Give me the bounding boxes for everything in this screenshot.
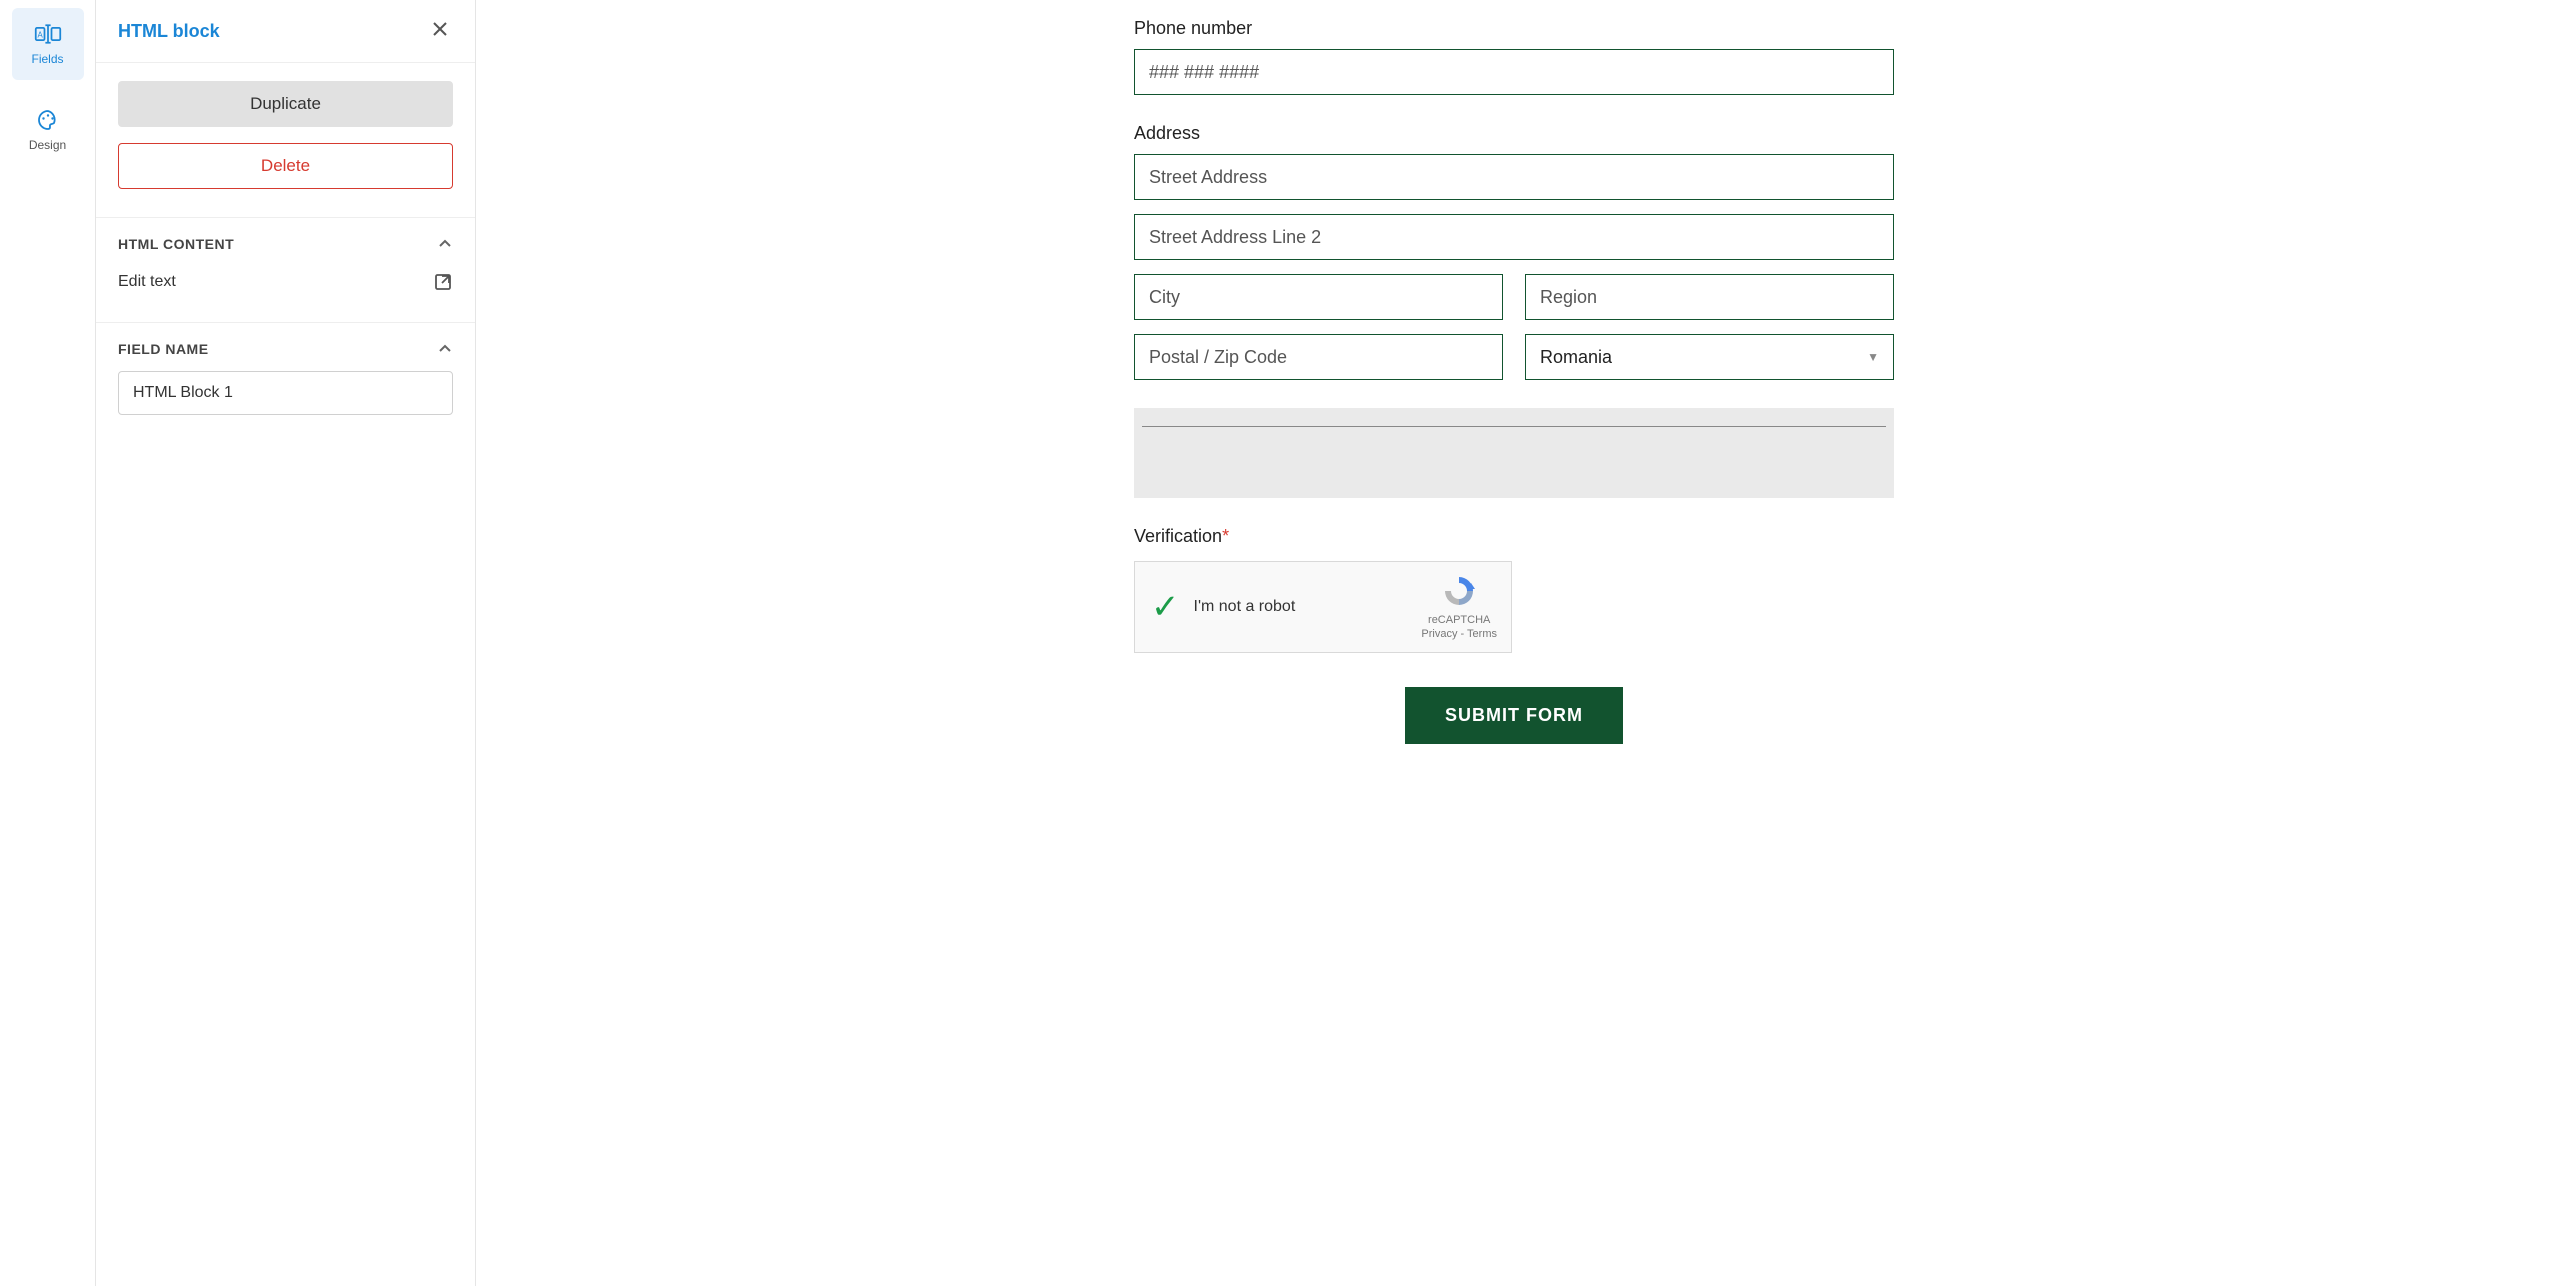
rail-item-design[interactable]: Design — [12, 94, 84, 166]
palette-icon — [34, 108, 62, 132]
street2-input[interactable] — [1134, 214, 1894, 260]
verification-label: Verification* — [1134, 526, 1894, 547]
chevron-up-icon — [437, 236, 453, 252]
panel-title: HTML block — [118, 21, 220, 42]
address-label: Address — [1134, 123, 1894, 144]
form-preview: Phone number Address Romania — [1134, 18, 1894, 744]
city-input[interactable] — [1134, 274, 1503, 320]
checkmark-icon: ✓ — [1151, 590, 1180, 624]
section-title-html-content: HTML CONTENT — [118, 236, 234, 252]
postal-input[interactable] — [1134, 334, 1503, 380]
open-external-icon — [433, 272, 453, 292]
section-body-html-content: Edit text — [96, 266, 475, 322]
section-header-html-content[interactable]: HTML CONTENT — [96, 217, 475, 266]
delete-button[interactable]: Delete — [118, 143, 453, 189]
region-input[interactable] — [1525, 274, 1894, 320]
settings-panel: HTML block Duplicate Delete HTML CONTENT… — [96, 0, 476, 1286]
address-group: Romania ▼ — [1134, 154, 1894, 380]
phone-label: Phone number — [1134, 18, 1894, 39]
phone-input[interactable] — [1134, 49, 1894, 95]
recaptcha-brand: reCAPTCHA Privacy - Terms — [1421, 573, 1497, 642]
recaptcha-text: I'm not a robot — [1194, 598, 1408, 616]
svg-text:A: A — [37, 31, 43, 40]
submit-wrap: SUBMIT FORM — [1134, 687, 1894, 744]
country-value: Romania — [1540, 347, 1612, 368]
side-rail: A Fields Design — [0, 0, 96, 1286]
html-block-divider — [1142, 426, 1886, 427]
rail-label-design: Design — [29, 138, 66, 152]
chevron-up-icon — [437, 341, 453, 357]
recaptcha-links: Privacy - Terms — [1421, 627, 1497, 641]
street-input[interactable] — [1134, 154, 1894, 200]
field-name-input[interactable] — [118, 371, 453, 415]
panel-header: HTML block — [96, 0, 475, 63]
rail-item-fields[interactable]: A Fields — [12, 8, 84, 80]
field-address: Address Romania ▼ — [1134, 123, 1894, 380]
edit-text-label: Edit text — [118, 273, 176, 291]
field-verification: Verification* ✓ I'm not a robot reCAPTCH… — [1134, 526, 1894, 653]
recaptcha-brand-text: reCAPTCHA — [1428, 613, 1490, 627]
selected-html-block[interactable] — [1134, 408, 1894, 498]
close-panel-button[interactable] — [427, 16, 453, 46]
duplicate-button[interactable]: Duplicate — [118, 81, 453, 127]
country-select[interactable]: Romania ▼ — [1525, 334, 1894, 380]
dropdown-caret-icon: ▼ — [1867, 350, 1879, 364]
section-body-field-name — [96, 371, 475, 435]
section-title-field-name: FIELD NAME — [118, 341, 209, 357]
form-canvas: Phone number Address Romania — [476, 0, 2552, 1286]
close-icon — [431, 20, 449, 38]
recaptcha-icon — [1441, 573, 1477, 609]
section-header-field-name[interactable]: FIELD NAME — [96, 322, 475, 371]
rail-label-fields: Fields — [31, 52, 63, 66]
recaptcha-widget[interactable]: ✓ I'm not a robot reCAPTCHA Privacy - Te… — [1134, 561, 1512, 653]
edit-text-row[interactable]: Edit text — [118, 266, 453, 302]
panel-actions: Duplicate Delete — [96, 63, 475, 217]
submit-button[interactable]: SUBMIT FORM — [1405, 687, 1623, 744]
field-phone: Phone number — [1134, 18, 1894, 95]
text-field-icon: A — [34, 22, 62, 46]
